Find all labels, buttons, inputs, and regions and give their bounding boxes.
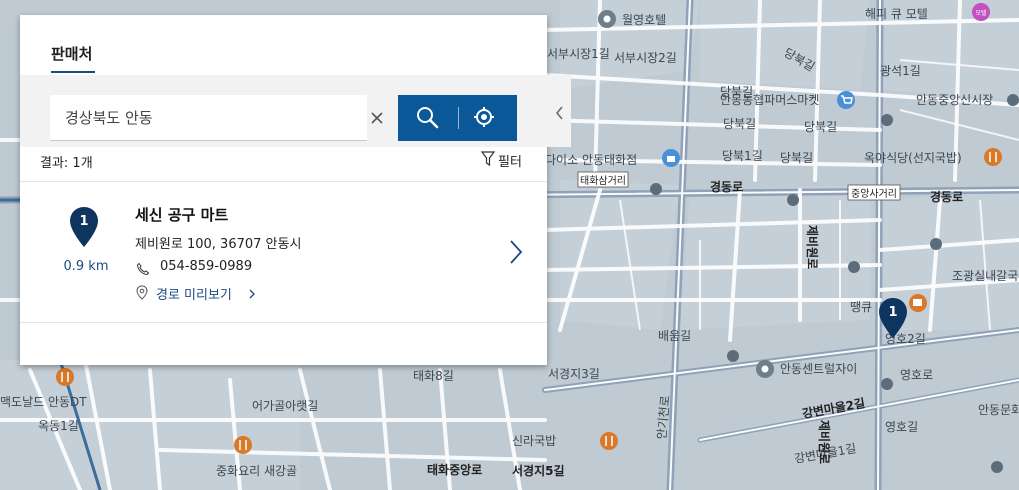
dealer-panel: 판매처 결과: 1개 필터 [20,15,571,365]
map-label: 옥야식당(선지국밥) [864,151,962,165]
motel-badge-text: 모텔 [975,9,987,17]
result-distance: 0.9 km [63,259,109,274]
map-label: 중화요리 새강골 [216,464,297,478]
tab-underline [51,71,95,73]
restaurant-icon [600,432,618,450]
map-label: 제비원로 [805,225,820,269]
chevron-right-icon [249,289,255,299]
search-button-group [398,95,517,141]
map-label: 서경지3길 [548,367,600,381]
phone-icon [136,262,150,276]
map-label: 다이소 안동태화점 [545,153,637,167]
map-label: 서부시장2길 [614,51,677,65]
map-label: 안동센트럴자이 [780,362,857,376]
result-pin-icon: 1 [70,207,98,247]
map-label: 신라국밥 [512,434,556,448]
poi-icon [598,10,616,28]
map-label: 서부시장1길 [547,47,610,61]
shopping-bag-icon [662,149,680,167]
poi-icon [756,360,774,378]
junction-label: 중앙사거리 [851,188,897,200]
map-label: 당북1길 [722,149,763,163]
map-label: 안동문화 [978,403,1019,417]
map-label: 맥도날드 안동DT [0,395,87,409]
divider [20,322,547,323]
cafe-icon [909,294,927,312]
map-label: 안동농협파머스마켓 [720,93,819,107]
result-name: 세신 공구 마트 [135,206,229,224]
map-label: 배움길 [658,329,691,343]
restaurant-icon [984,148,1002,166]
locate-me-button[interactable] [459,95,517,141]
chevron-left-icon [556,106,563,120]
motel-badge-icon: 모텔 [972,3,990,21]
map-label: 광석1길 [880,64,921,78]
map-label: 땡큐 [850,300,872,314]
restaurant-icon [56,368,74,386]
filter-label: 필터 [498,155,522,170]
location-pin-icon [136,285,148,300]
search-input[interactable] [50,95,367,141]
clear-icon[interactable] [368,109,386,127]
junction-label: 태화삼거리 [580,175,626,187]
map-label: 당북길 [804,120,837,134]
chevron-right-icon[interactable] [508,239,524,265]
map-label: 당북길 [780,151,813,165]
map-label: 태화8길 [413,369,454,383]
search-icon [417,107,439,129]
map-label: 경동로 [710,180,743,194]
map-label: 월영호텔 [622,13,666,27]
filter-icon [481,151,495,167]
search-button[interactable] [398,95,458,141]
map-label: 옥동1길 [38,419,79,433]
crosshair-icon [474,107,494,127]
result-phone[interactable]: 054-859-0989 [160,259,252,274]
panel-header: 판매처 [20,15,547,75]
collapse-panel-button[interactable] [547,75,571,147]
shopping-cart-icon [837,91,855,109]
map-label: 조광실내갈국수점 [952,269,1019,283]
store-marker-index: 1 [888,305,897,320]
map-label: 서경지5길 [512,463,565,478]
tab-dealers[interactable]: 판매처 [51,43,92,64]
map-label: 영호길 [885,420,918,434]
restaurant-icon [234,436,252,454]
map-label: 어가골아랫길 [252,399,318,413]
result-address: 제비원로 100, 36707 안동시 [135,237,302,252]
result-index: 1 [79,214,88,229]
map-label: 경동로 [930,190,963,204]
result-item[interactable]: 1 0.9 km 세신 공구 마트 제비원로 100, 36707 안동시 05… [20,182,547,322]
route-preview-label: 경로 미리보기 [156,288,232,303]
map-label: 안동중앙신시장 [916,93,993,107]
result-count: 결과: 1개 [40,156,93,171]
map-label: 당북길 [723,117,756,131]
map-label: 영호로 [900,368,933,382]
map-label: 태화중앙로 [427,462,482,477]
map-label: 제비원로 [817,420,832,464]
map-label: 해피 큐 모텔 [865,7,928,21]
